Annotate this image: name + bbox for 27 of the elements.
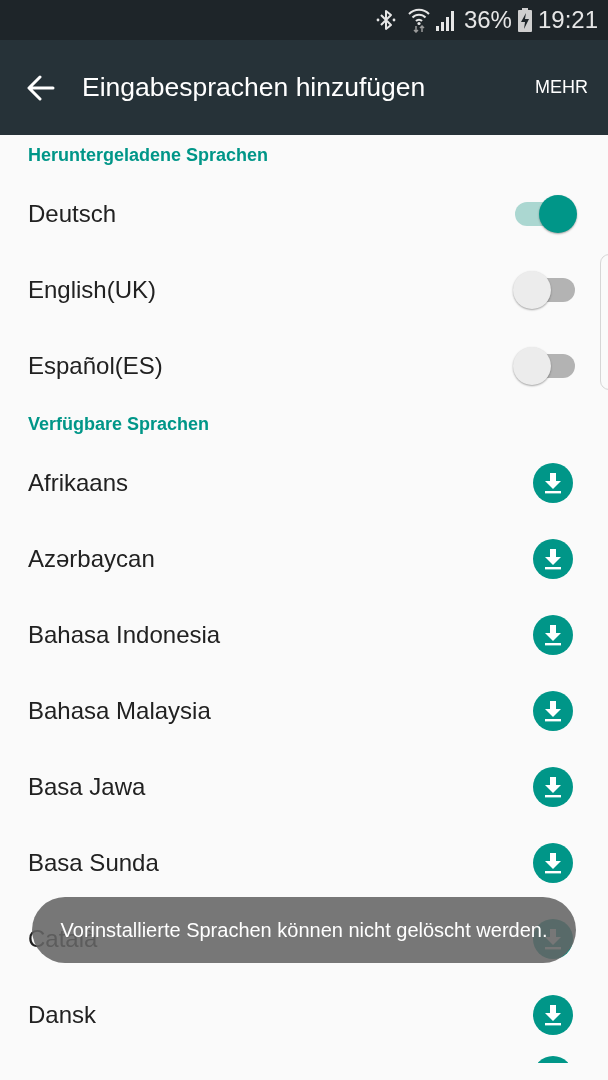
bluetooth-icon	[375, 8, 396, 32]
more-button[interactable]: MEHR	[535, 73, 588, 102]
download-icon[interactable]	[533, 691, 573, 731]
download-icon[interactable]	[533, 615, 573, 655]
language-name: Afrikaans	[28, 469, 129, 497]
section-header: Heruntergeladene Sprachen	[27, 144, 270, 167]
battery-percentage: 36%	[463, 6, 512, 34]
download-icon[interactable]	[533, 843, 573, 883]
screen-title: Eingabesprachen hinzufügen	[82, 72, 426, 103]
language-name: English(UK)	[28, 276, 157, 304]
wifi-icon	[407, 7, 430, 33]
section-header: Verfügbare Sprachen	[27, 413, 211, 436]
language-name: Bahasa Indonesia	[28, 621, 221, 649]
battery-charging-icon	[517, 8, 532, 32]
download-icon[interactable]	[533, 539, 573, 579]
download-icon[interactable]	[533, 767, 573, 807]
back-arrow-icon[interactable]	[26, 74, 55, 101]
language-name: Español(ES)	[28, 352, 163, 380]
language-name: Bahasa Malaysia	[28, 697, 211, 725]
language-name: Dansk	[28, 1001, 97, 1029]
language-name: Azərbaycan	[28, 545, 155, 573]
clock-time: 19:21	[537, 6, 598, 34]
language-name: Basa Sunda	[28, 849, 159, 877]
download-icon[interactable]	[533, 463, 573, 503]
language-name: Basa Jawa	[28, 773, 146, 801]
download-icon[interactable]	[533, 995, 573, 1035]
language-name: Deutsch	[28, 200, 117, 228]
